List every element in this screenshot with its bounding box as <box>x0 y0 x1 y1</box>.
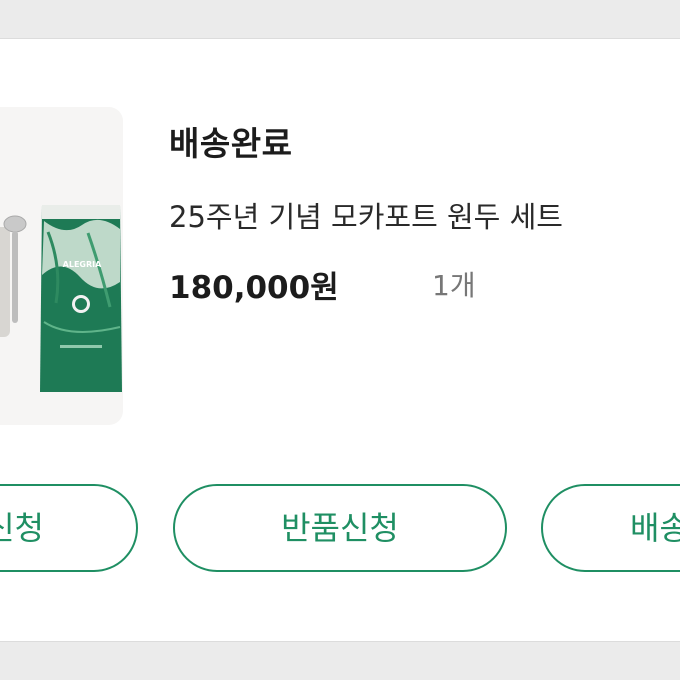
bag-label: ALEGRIA <box>63 260 102 269</box>
product-quantity: 1개 <box>432 269 476 302</box>
product-name[interactable]: 25주년 기념 모카포트 원두 세트 <box>169 194 563 236</box>
delivery-button[interactable]: 배송 <box>541 484 680 572</box>
side-item <box>0 227 10 337</box>
scoop-icon <box>3 215 27 233</box>
return-request-label: 반품신청 <box>281 509 399 547</box>
delivery-label: 배송 <box>630 509 680 547</box>
coffee-set-image: ALEGRIA <box>0 205 122 392</box>
order-status: 배송완료 <box>169 124 293 163</box>
left-action-button[interactable]: 신청 <box>0 484 138 572</box>
product-thumbnail[interactable]: ALEGRIA <box>0 107 123 425</box>
return-request-button[interactable]: 반품신청 <box>173 484 507 572</box>
left-action-label: 신청 <box>0 509 44 547</box>
scoop-handle <box>12 231 18 323</box>
order-card: ALEGRIA 배송완료 25주년 기념 모카포트 원두 세트 180,000원… <box>0 38 680 642</box>
product-price: 180,000원 <box>169 270 339 306</box>
